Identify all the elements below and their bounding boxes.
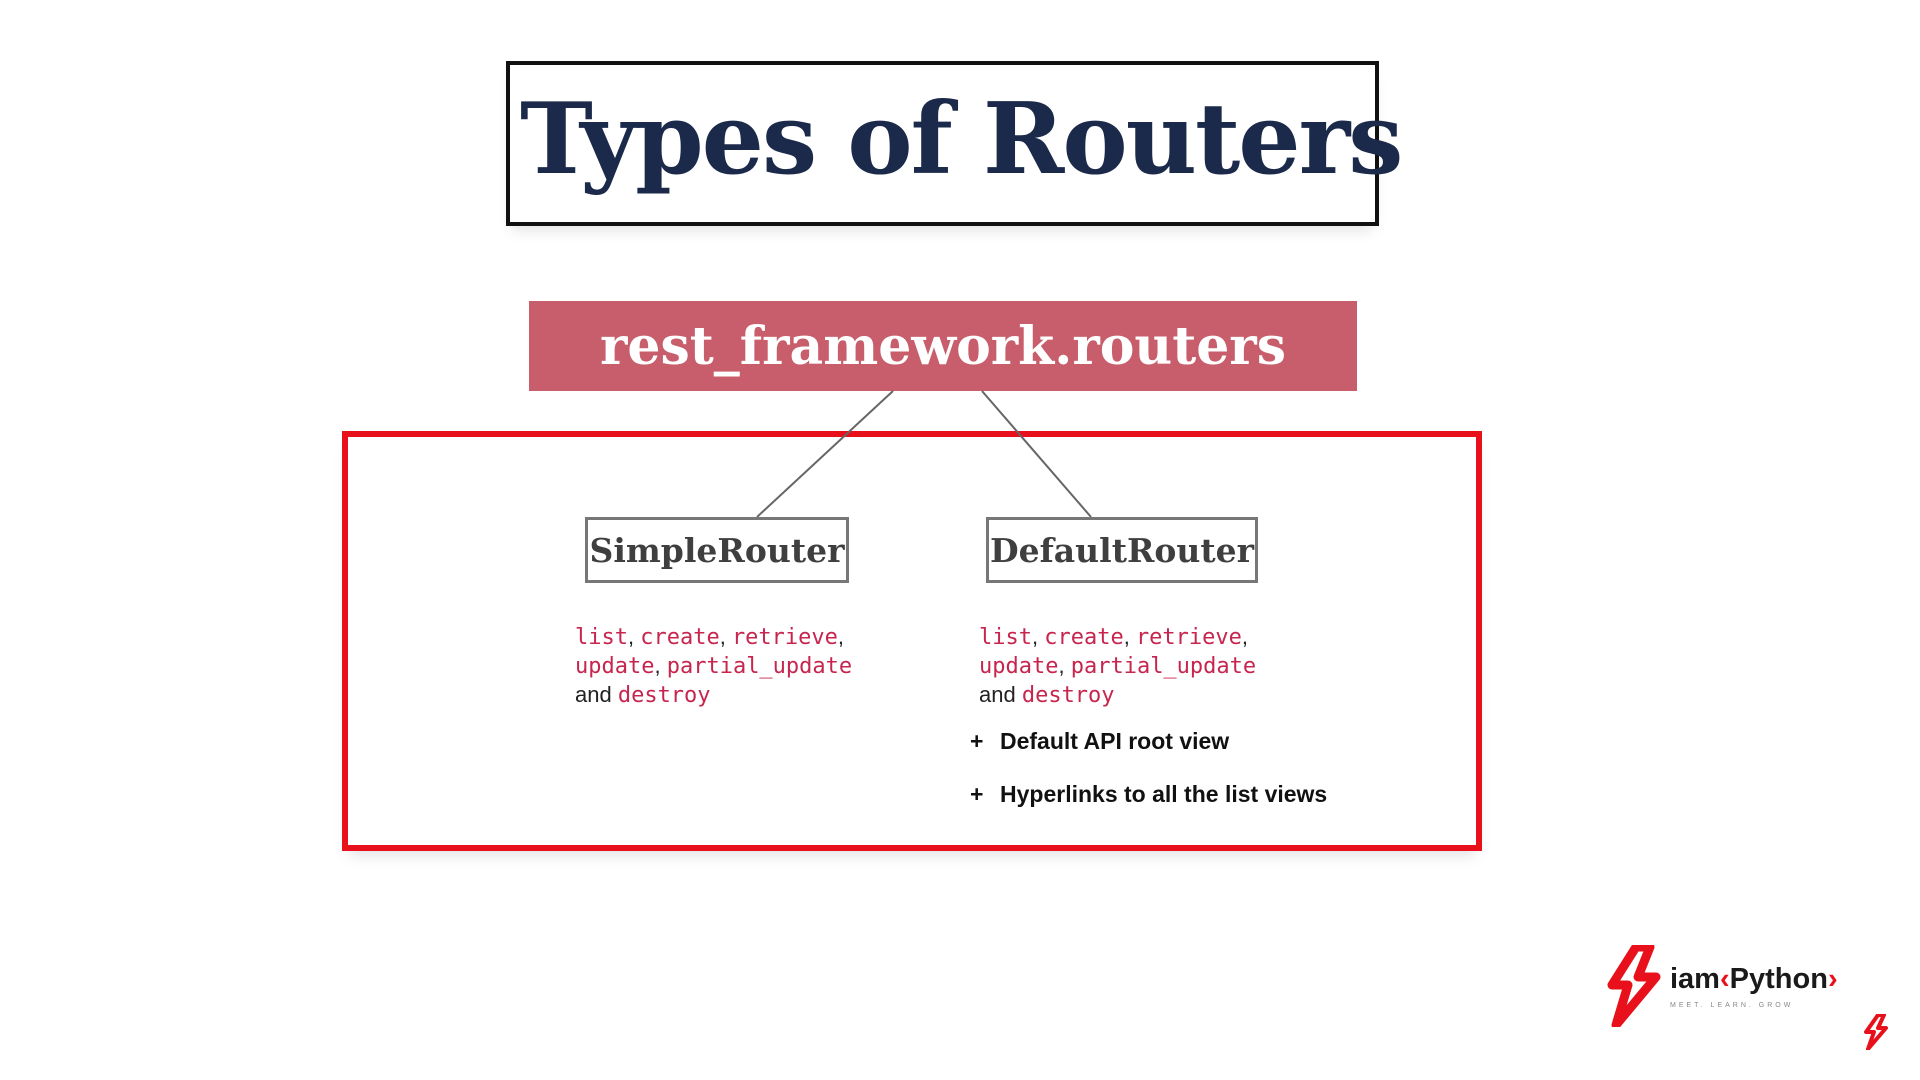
logo-wordmark: iam‹Python› xyxy=(1670,963,1838,995)
separator-text: , xyxy=(1241,624,1249,649)
extra-item-hyperlinks: + Hyperlinks to all the list views xyxy=(970,781,1327,807)
method-line: and destroy xyxy=(979,681,1256,710)
separator-text: and xyxy=(979,682,1022,707)
title-box: Types of Routers xyxy=(506,61,1403,226)
module-node: rest_framework.routers xyxy=(529,301,1357,391)
method-name: retrieve xyxy=(731,625,838,650)
module-label: rest_framework.routers xyxy=(600,315,1286,377)
simple-router-label: SimpleRouter xyxy=(589,530,845,570)
brand-logo: iam‹Python› MEET. LEARN. GROW xyxy=(1606,945,1866,1027)
page-title: Types of Routers xyxy=(520,82,1403,197)
plus-icon: + xyxy=(970,781,984,807)
method-name: retrieve xyxy=(1135,625,1242,650)
default-router-node: DefaultRouter xyxy=(986,517,1258,583)
method-line: list, create, retrieve, xyxy=(979,623,1256,652)
method-name: partial_update xyxy=(1070,654,1257,679)
method-name: list xyxy=(575,625,628,650)
default-router-extras: + Default API root view + Hyperlinks to al… xyxy=(970,728,1327,834)
bolt-corner-icon xyxy=(1864,1014,1888,1050)
separator-text: , xyxy=(627,624,641,649)
method-line: update, partial_update xyxy=(979,652,1256,681)
method-name: update xyxy=(979,654,1059,679)
extra-label: Hyperlinks to all the list views xyxy=(1000,781,1328,807)
bolt-logo-icon xyxy=(1607,945,1661,1027)
method-name: list xyxy=(979,625,1032,650)
extra-label: Default API root view xyxy=(1000,728,1230,754)
method-line: update, partial_update xyxy=(575,652,852,681)
separator-text: , xyxy=(1123,624,1136,649)
method-name: create xyxy=(640,625,720,650)
separator-text: , xyxy=(1031,624,1045,649)
plus-icon: + xyxy=(970,728,984,754)
default-router-methods: list, create, retrieve, update, partial_u… xyxy=(979,623,1256,710)
method-name: update xyxy=(575,654,655,679)
separator-text: , xyxy=(837,624,845,649)
method-line: list, create, retrieve, xyxy=(575,623,852,652)
default-router-label: DefaultRouter xyxy=(989,530,1255,570)
slide: Types of Routers rest_framework.routers … xyxy=(0,0,1920,1080)
method-line: and destroy xyxy=(575,681,852,710)
separator-text: and xyxy=(575,682,618,707)
method-name: destroy xyxy=(1021,683,1115,708)
separator-text: , xyxy=(654,653,667,678)
method-name: partial_update xyxy=(666,654,853,679)
method-name: destroy xyxy=(617,683,711,708)
extra-item-root-view: + Default API root view xyxy=(970,728,1327,754)
separator-text: , xyxy=(1058,653,1071,678)
separator-text: , xyxy=(719,624,732,649)
simple-router-methods: list, create, retrieve, update, partial_u… xyxy=(575,623,852,710)
method-name: create xyxy=(1044,625,1124,650)
simple-router-node: SimpleRouter xyxy=(585,517,849,583)
logo-tagline: MEET. LEARN. GROW xyxy=(1670,1002,1794,1009)
